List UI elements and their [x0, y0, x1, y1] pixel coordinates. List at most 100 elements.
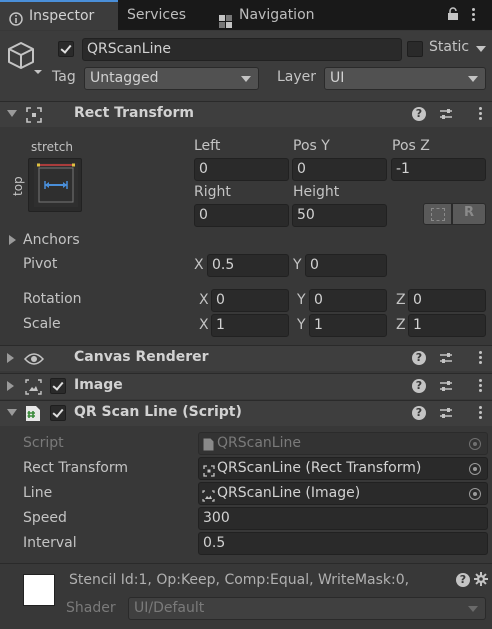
component-header-icons: ?	[412, 106, 482, 124]
help-icon[interactable]: ?	[412, 351, 426, 365]
tab-bar: Inspector Services Navigation	[0, 0, 492, 30]
pivot-x-field[interactable]: 0.5	[207, 254, 289, 277]
rotation-z-label[interactable]: Z	[396, 292, 406, 308]
rect-transform-object-field[interactable]: QRScanLine (Rect Transform)	[198, 457, 488, 480]
preset-icon[interactable]	[439, 379, 453, 393]
tab-services[interactable]: Services	[120, 0, 212, 30]
static-checkbox[interactable]	[407, 41, 423, 57]
anchor-preset-vertical-label: top	[11, 176, 25, 196]
rotation-y-label[interactable]: Y	[297, 292, 306, 308]
rotation-y-field[interactable]: 0	[309, 289, 387, 312]
csharp-script-icon	[203, 437, 214, 451]
preset-icon[interactable]	[439, 351, 453, 365]
left-field[interactable]: 0	[194, 158, 289, 181]
scale-y-label[interactable]: Y	[297, 317, 306, 333]
pivot-label: Pivot	[23, 256, 58, 272]
image-title: Image	[74, 377, 123, 393]
interval-field[interactable]: 0.5	[198, 532, 488, 555]
tab-menu-icon[interactable]	[472, 8, 476, 22]
rotation-x-field[interactable]: 0	[211, 289, 289, 312]
object-picker-icon[interactable]	[469, 463, 481, 475]
object-picker-icon[interactable]	[469, 488, 481, 500]
scale-label: Scale	[23, 316, 61, 332]
foldout-arrow-icon[interactable]	[7, 353, 14, 363]
pos-y-field[interactable]: 0	[292, 158, 387, 181]
image-icon	[202, 488, 215, 502]
qr-scan-line-header[interactable]: QR Scan Line (Script) ?	[0, 400, 492, 426]
rotation-z-field[interactable]: 0	[408, 289, 486, 312]
navigation-icon	[219, 9, 232, 28]
gameobject-name-field[interactable]: QRScanLine	[82, 38, 402, 61]
preset-icon[interactable]	[439, 107, 453, 121]
material-separator	[0, 563, 492, 564]
gameobject-header: QRScanLine Static Tag Untagged Layer UI	[0, 31, 492, 101]
image-enabled-checkbox[interactable]	[50, 378, 66, 394]
tag-dropdown-value: Untagged	[90, 70, 159, 86]
right-label: Right	[194, 184, 231, 200]
right-field[interactable]: 0	[194, 204, 289, 227]
tab-navigation[interactable]: Navigation	[212, 0, 342, 30]
qr-scan-line-title: QR Scan Line (Script)	[74, 404, 242, 420]
scale-z-field[interactable]: 1	[408, 314, 486, 337]
help-icon[interactable]: ?	[412, 107, 426, 121]
height-label: Height	[293, 184, 340, 200]
anchors-foldout-icon[interactable]	[9, 235, 16, 245]
component-menu-icon[interactable]	[479, 351, 482, 354]
pivot-x-label[interactable]: X	[194, 257, 204, 273]
foldout-arrow-icon[interactable]	[7, 381, 14, 391]
pos-z-field[interactable]: -1	[391, 158, 486, 181]
scale-z-label[interactable]: Z	[396, 317, 406, 333]
help-icon[interactable]: ?	[412, 406, 426, 420]
rotation-x-label[interactable]: X	[199, 292, 209, 308]
pivot-y-label[interactable]: Y	[293, 257, 302, 273]
blueprint-mode-button[interactable]	[423, 203, 452, 225]
layer-dropdown[interactable]: UI	[324, 67, 486, 90]
component-menu-icon[interactable]	[479, 379, 482, 382]
help-icon[interactable]: ?	[412, 379, 426, 393]
rect-transform-field-label: Rect Transform	[23, 460, 128, 476]
shader-dropdown-value: UI/Default	[134, 600, 205, 616]
scale-y-field[interactable]: 1	[309, 314, 387, 337]
script-label: Script	[23, 435, 64, 451]
canvas-renderer-header[interactable]: Canvas Renderer ?	[0, 345, 492, 371]
scale-x-field[interactable]: 1	[211, 314, 289, 337]
anchor-preset-button[interactable]	[28, 158, 82, 212]
chevron-down-icon	[468, 76, 478, 82]
shader-dropdown: UI/Default	[128, 597, 486, 620]
gameobject-active-checkbox[interactable]	[58, 41, 74, 57]
foldout-arrow-icon[interactable]	[7, 110, 17, 117]
raw-edit-button[interactable]: R	[452, 203, 486, 225]
component-header-icons: ?	[412, 405, 482, 423]
canvas-renderer-title: Canvas Renderer	[74, 349, 209, 365]
tab-inspector[interactable]: Inspector	[0, 0, 118, 30]
rect-transform-icon	[26, 107, 42, 123]
chevron-down-icon	[468, 606, 478, 612]
material-preview[interactable]	[23, 574, 55, 606]
tag-dropdown[interactable]: Untagged	[84, 67, 259, 90]
script-object-field: QRScanLine	[198, 432, 488, 455]
left-label: Left	[194, 138, 221, 154]
component-menu-icon[interactable]	[479, 107, 482, 110]
static-dropdown-arrow[interactable]	[476, 46, 486, 52]
component-header-icons: ?	[412, 378, 482, 396]
object-picker-icon	[469, 438, 481, 450]
height-field[interactable]: 50	[292, 204, 387, 227]
scale-x-label[interactable]: X	[199, 317, 209, 333]
gear-icon[interactable]	[474, 572, 488, 586]
tag-label: Tag	[52, 69, 76, 85]
help-icon[interactable]: ?	[456, 573, 470, 587]
pivot-y-field[interactable]: 0	[305, 254, 387, 277]
preset-icon[interactable]	[439, 406, 453, 420]
image-icon	[25, 379, 42, 395]
foldout-arrow-icon[interactable]	[7, 409, 17, 416]
image-header[interactable]: Image ?	[0, 373, 492, 399]
lock-icon[interactable]	[447, 7, 459, 21]
component-menu-icon[interactable]	[479, 406, 482, 409]
speed-field[interactable]: 300	[198, 507, 488, 530]
pos-z-label: Pos Z	[392, 138, 430, 154]
script-enabled-checkbox[interactable]	[50, 405, 66, 421]
static-label: Static	[429, 39, 470, 55]
line-object-field[interactable]: QRScanLine (Image)	[198, 482, 488, 505]
anchors-label[interactable]: Anchors	[23, 232, 80, 248]
rect-transform-header[interactable]: Rect Transform ?	[0, 101, 492, 127]
